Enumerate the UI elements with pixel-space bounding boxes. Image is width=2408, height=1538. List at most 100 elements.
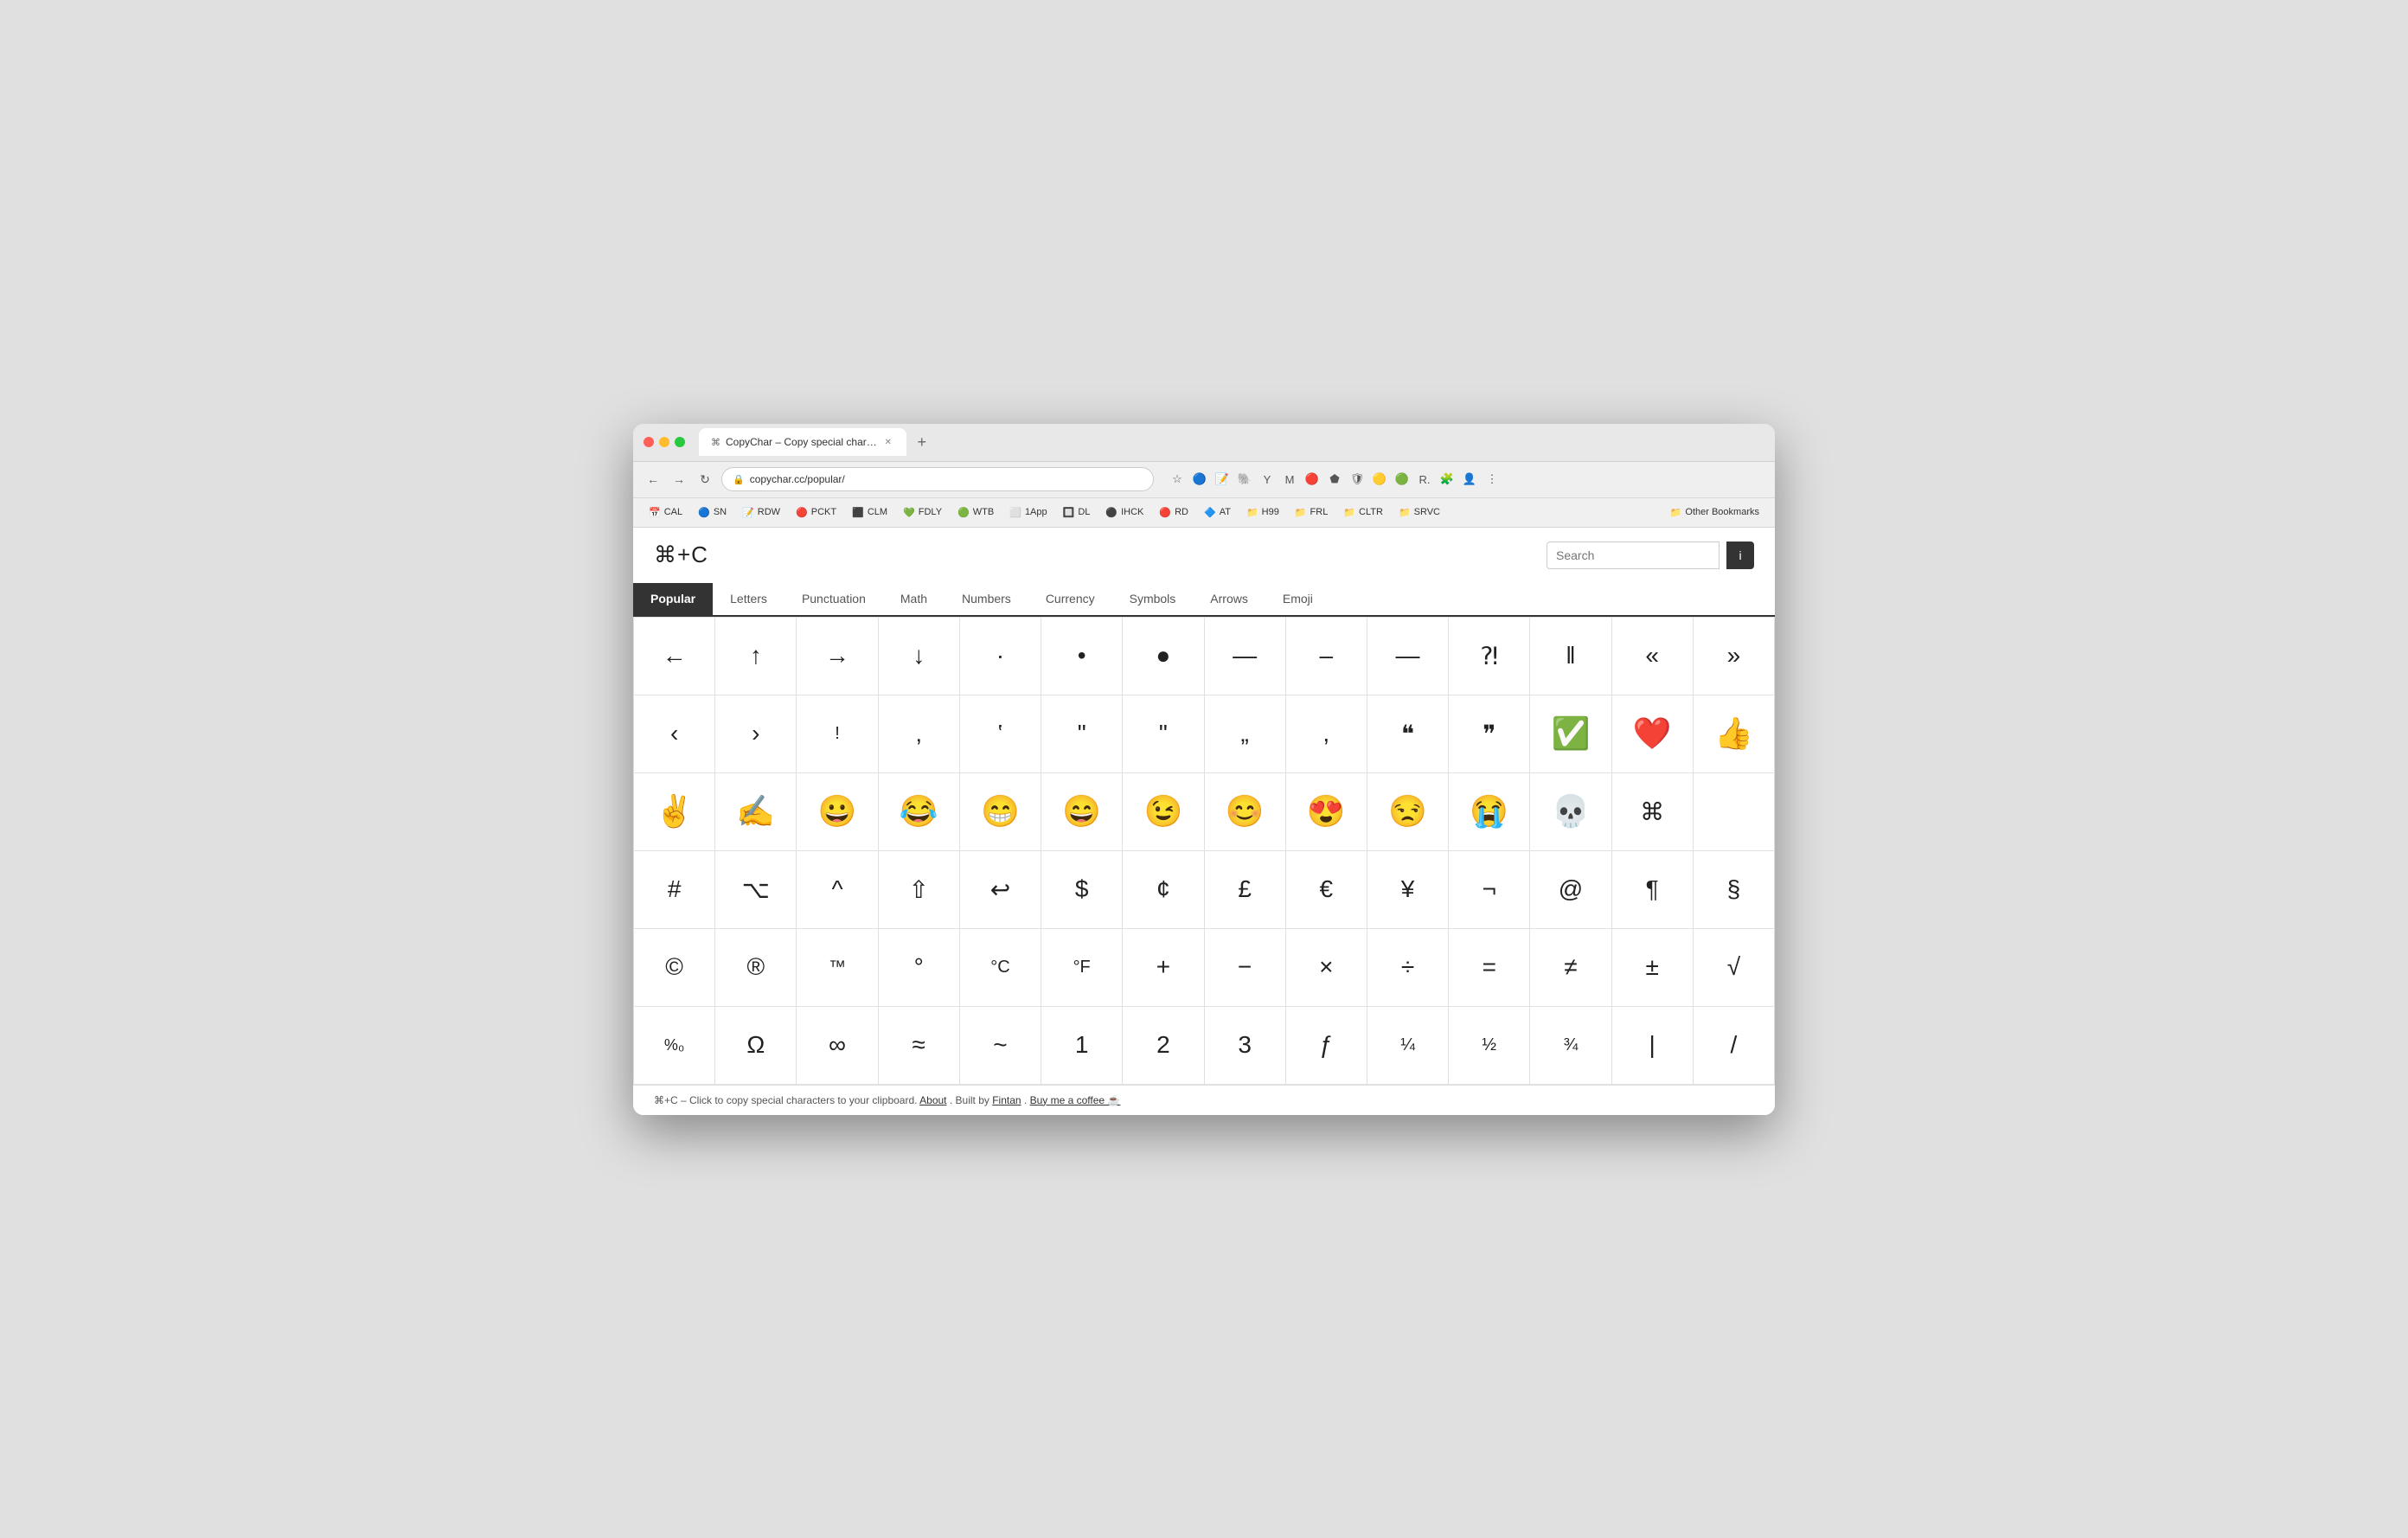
bookmark-cal[interactable]: 📅 CAL xyxy=(642,503,689,522)
char-en-dash[interactable]: – xyxy=(1286,618,1367,695)
bookmark-fdly[interactable]: 💚 FDLY xyxy=(896,503,949,522)
search-button[interactable]: i xyxy=(1726,542,1754,569)
new-tab-button[interactable]: + xyxy=(912,432,932,452)
char-return[interactable]: ↩ xyxy=(960,851,1041,929)
extension-7-icon[interactable]: ⬟ xyxy=(1325,470,1344,489)
char-grinning-face[interactable]: 😀 xyxy=(797,773,878,851)
char-middle-dot[interactable]: · xyxy=(960,618,1041,695)
char-low-double-quote[interactable]: „ xyxy=(1205,695,1286,773)
char-low-single-quote[interactable]: ‚ xyxy=(879,695,960,773)
char-copyright[interactable]: © xyxy=(634,929,715,1007)
char-pipe[interactable]: | xyxy=(1612,1007,1694,1085)
char-fahrenheit[interactable]: °F xyxy=(1041,929,1123,1007)
tab-math[interactable]: Math xyxy=(883,583,945,617)
bookmark-frl[interactable]: 📁 FRL xyxy=(1288,503,1335,522)
active-tab[interactable]: ⌘ CopyChar – Copy special char… ✕ xyxy=(699,428,906,456)
char-celsius[interactable]: °C xyxy=(960,929,1041,1007)
menu-icon[interactable]: ⋮ xyxy=(1483,470,1502,489)
char-single-right-quote[interactable]: ‛ xyxy=(960,695,1041,773)
char-trademark[interactable]: ™ xyxy=(797,929,878,1007)
bookmark-rd[interactable]: 🔴 RD xyxy=(1152,503,1195,522)
bookmark-srvc[interactable]: 📁 SRVC xyxy=(1392,503,1447,522)
char-permille[interactable]: %₀ xyxy=(634,1007,715,1085)
tab-currency[interactable]: Currency xyxy=(1028,583,1112,617)
extension-3-icon[interactable]: 🐘 xyxy=(1235,470,1254,489)
char-writing-hand[interactable]: ✍️ xyxy=(715,773,797,851)
close-button[interactable] xyxy=(644,437,654,447)
char-apple[interactable] xyxy=(1694,773,1775,851)
char-plus[interactable]: + xyxy=(1123,929,1204,1007)
bookmark-1app[interactable]: ⬜ 1App xyxy=(1002,503,1054,522)
char-left-arrow[interactable]: ← xyxy=(634,618,715,695)
extension-8-icon[interactable]: 🛡 xyxy=(1348,470,1367,489)
char-shift[interactable]: ⇧ xyxy=(879,851,960,929)
bookmark-clm[interactable]: ⬛ CLM xyxy=(845,503,894,522)
char-tilde[interactable]: ~ xyxy=(960,1007,1041,1085)
char-skull-crossbones[interactable]: 💀 xyxy=(1530,773,1611,851)
char-euro[interactable]: € xyxy=(1286,851,1367,929)
char-at[interactable]: @ xyxy=(1530,851,1611,929)
char-check-mark-green[interactable]: ✅ xyxy=(1530,695,1611,773)
char-yen[interactable]: ¥ xyxy=(1367,851,1449,929)
char-approx[interactable]: ≈ xyxy=(879,1007,960,1085)
char-1[interactable]: 1 xyxy=(1041,1007,1123,1085)
char-heart-eyes[interactable]: 😍 xyxy=(1286,773,1367,851)
char-registered[interactable]: ® xyxy=(715,929,797,1007)
char-down-arrow[interactable]: ↓ xyxy=(879,618,960,695)
extension-11-icon[interactable]: R. xyxy=(1415,470,1434,489)
tab-letters[interactable]: Letters xyxy=(713,583,785,617)
char-infinity[interactable]: ∞ xyxy=(797,1007,878,1085)
char-2[interactable]: 2 xyxy=(1123,1007,1204,1085)
char-half[interactable]: ½ xyxy=(1449,1007,1530,1085)
char-omega[interactable]: Ω xyxy=(715,1007,797,1085)
tab-arrows[interactable]: Arrows xyxy=(1193,583,1265,617)
char-option[interactable]: ⌥ xyxy=(715,851,797,929)
char-guillemet-right[interactable]: » xyxy=(1694,618,1775,695)
char-beaming-face[interactable]: 😁 xyxy=(960,773,1041,851)
char-pound[interactable]: £ xyxy=(1205,851,1286,929)
bookmark-pckt[interactable]: 🔴 PCKT xyxy=(789,503,843,522)
char-em-dash[interactable]: — xyxy=(1205,618,1286,695)
char-open-quote-66[interactable]: ❝ xyxy=(1367,695,1449,773)
char-smiling-face[interactable]: 😊 xyxy=(1205,773,1286,851)
char-up-arrow[interactable]: ↑ xyxy=(715,618,797,695)
bookmark-ihck[interactable]: ⚫ IHCK xyxy=(1098,503,1150,522)
tab-numbers[interactable]: Numbers xyxy=(945,583,1028,617)
char-quarter[interactable]: ¼ xyxy=(1367,1007,1449,1085)
tab-popular[interactable]: Popular xyxy=(633,583,713,617)
char-guillemet-left[interactable]: « xyxy=(1612,618,1694,695)
char-multiply[interactable]: × xyxy=(1286,929,1367,1007)
url-bar[interactable]: 🔒 copychar.cc/popular/ xyxy=(721,467,1154,491)
char-horizontal-bar[interactable]: ― xyxy=(1367,618,1449,695)
char-section[interactable]: § xyxy=(1694,851,1775,929)
char-not-equal[interactable]: ≠ xyxy=(1530,929,1611,1007)
char-interrobang[interactable]: ⁈ xyxy=(1449,618,1530,695)
char-laugh-cry[interactable]: 😂 xyxy=(879,773,960,851)
char-red-heart[interactable]: ❤️ xyxy=(1612,695,1694,773)
char-equals[interactable]: = xyxy=(1449,929,1530,1007)
extension-4-icon[interactable]: Y xyxy=(1258,470,1277,489)
char-3[interactable]: 3 xyxy=(1205,1007,1286,1085)
char-three-quarters[interactable]: ¾ xyxy=(1530,1007,1611,1085)
char-caret[interactable]: ^ xyxy=(797,851,878,929)
char-command[interactable]: ⌘ xyxy=(1612,773,1694,851)
bookmark-sn[interactable]: 🔵 SN xyxy=(691,503,733,522)
char-degree[interactable]: ° xyxy=(879,929,960,1007)
bookmark-cltr[interactable]: 📁 CLTR xyxy=(1336,503,1390,522)
extension-2-icon[interactable]: 📝 xyxy=(1213,470,1232,489)
char-plus-minus[interactable]: ± xyxy=(1612,929,1694,1007)
tab-symbols[interactable]: Symbols xyxy=(1112,583,1194,617)
char-comma[interactable]: , xyxy=(1286,695,1367,773)
char-sqrt[interactable]: √ xyxy=(1694,929,1775,1007)
profile-icon[interactable]: 👤 xyxy=(1460,470,1479,489)
char-sob-face[interactable]: 😭 xyxy=(1449,773,1530,851)
bookmark-h99[interactable]: 📁 H99 xyxy=(1239,503,1286,522)
char-close-double-quote[interactable]: " xyxy=(1123,695,1204,773)
char-grinning-squint[interactable]: 😄 xyxy=(1041,773,1123,851)
back-button[interactable]: ← xyxy=(644,470,663,489)
char-black-circle[interactable]: ● xyxy=(1123,618,1204,695)
char-pilcrow[interactable]: ¶ xyxy=(1612,851,1694,929)
char-florin[interactable]: ƒ xyxy=(1286,1007,1367,1085)
bookmark-dl[interactable]: 🔲 DL xyxy=(1056,503,1098,522)
extensions-icon[interactable]: 🧩 xyxy=(1438,470,1457,489)
